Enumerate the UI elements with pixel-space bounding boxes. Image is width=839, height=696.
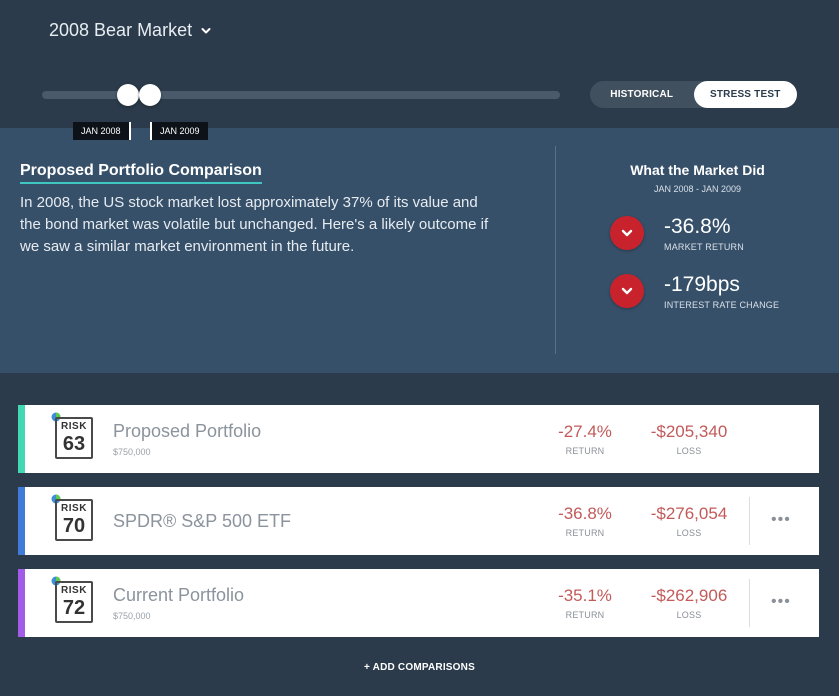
mode-toggle: HISTORICAL STRESS TEST (590, 81, 797, 108)
slider-start-label: JAN 2008 (73, 122, 131, 140)
more-options-button[interactable]: ••• (771, 593, 791, 611)
market-return-value: -36.8% (664, 215, 731, 238)
scenario-selector[interactable]: 2008 Bear Market (41, 20, 212, 41)
portfolio-name: Current Portfolio (113, 585, 245, 605)
chevron-down-icon (201, 27, 211, 33)
interest-rate-stat: -179bps INTEREST RATE CHANGE (610, 272, 779, 310)
risk-number: 72 (62, 597, 86, 619)
toggle-stress-test[interactable]: STRESS TEST (693, 81, 797, 108)
slider-start-handle[interactable] (117, 84, 139, 106)
return-value: -35.1% (558, 586, 612, 605)
risk-number: 70 (62, 515, 86, 537)
interest-rate-value: -179bps (664, 273, 740, 296)
risk-score-badge: RISK 63 (55, 417, 93, 459)
add-comparisons-button[interactable]: + ADD COMPARISONS (0, 662, 839, 673)
more-options-button[interactable]: ••• (771, 511, 791, 529)
portfolio-card-proposed[interactable]: RISK 63 Proposed Portfolio $750,000 -27.… (18, 405, 819, 473)
loss-label: LOSS (676, 446, 702, 456)
loss-metric: -$276,054 LOSS (635, 503, 743, 538)
slider-end-handle[interactable] (139, 84, 161, 106)
toggle-historical[interactable]: HISTORICAL (590, 81, 694, 108)
scenario-title: 2008 Bear Market (49, 20, 193, 40)
comparison-description: In 2008, the US stock market lost approx… (20, 194, 489, 255)
return-value: -27.4% (558, 422, 612, 441)
loss-metric: -$262,906 LOSS (635, 585, 743, 620)
return-metric: -36.8% RETURN (540, 503, 630, 538)
loss-value: -$262,906 (650, 586, 728, 605)
loss-metric: -$205,340 LOSS (635, 421, 743, 456)
return-label: RETURN (565, 528, 605, 538)
return-metric: -27.4% RETURN (540, 421, 630, 456)
comparison-panel: Proposed Portfolio Comparison In 2008, t… (0, 128, 839, 373)
portfolio-card-spdr[interactable]: RISK 70 SPDR® S&P 500 ETF -36.8% RETURN … (18, 487, 819, 555)
portfolio-card-current[interactable]: RISK 72 Current Portfolio $750,000 -35.1… (18, 569, 819, 637)
risk-score-badge: RISK 72 (55, 581, 93, 623)
market-date-range: JAN 2008 - JAN 2009 (653, 184, 742, 194)
interest-rate-label: INTEREST RATE CHANGE (664, 300, 780, 310)
loss-label: LOSS (676, 528, 702, 538)
chevron-down-icon (610, 274, 644, 308)
market-return-stat: -36.8% MARKET RETURN (610, 214, 744, 252)
portfolio-name: SPDR® S&P 500 ETF (113, 511, 291, 531)
return-label: RETURN (565, 446, 605, 456)
comparison-title: Proposed Portfolio Comparison (20, 162, 262, 184)
portfolio-name: Proposed Portfolio (113, 421, 262, 441)
market-title: What the Market Did (630, 162, 765, 178)
loss-value: -$276,054 (650, 504, 728, 523)
portfolio-amount: $750,000 (113, 611, 151, 621)
portfolio-amount: $750,000 (113, 447, 151, 457)
risk-label: RISK (61, 503, 87, 514)
header-bar: 2008 Bear Market HISTORICAL STRESS TEST (0, 0, 839, 128)
return-value: -36.8% (558, 504, 612, 523)
risk-label: RISK (61, 585, 87, 596)
chevron-down-icon (610, 216, 644, 250)
card-divider (749, 579, 750, 627)
loss-label: LOSS (676, 610, 702, 620)
market-return-label: MARKET RETURN (664, 242, 744, 252)
risk-score-badge: RISK 70 (55, 499, 93, 541)
risk-label: RISK (61, 421, 87, 432)
card-divider (749, 497, 750, 545)
risk-number: 63 (62, 433, 86, 455)
slider-end-label: JAN 2009 (150, 122, 208, 140)
return-metric: -35.1% RETURN (540, 585, 630, 620)
loss-value: -$205,340 (650, 422, 728, 441)
return-label: RETURN (565, 610, 605, 620)
